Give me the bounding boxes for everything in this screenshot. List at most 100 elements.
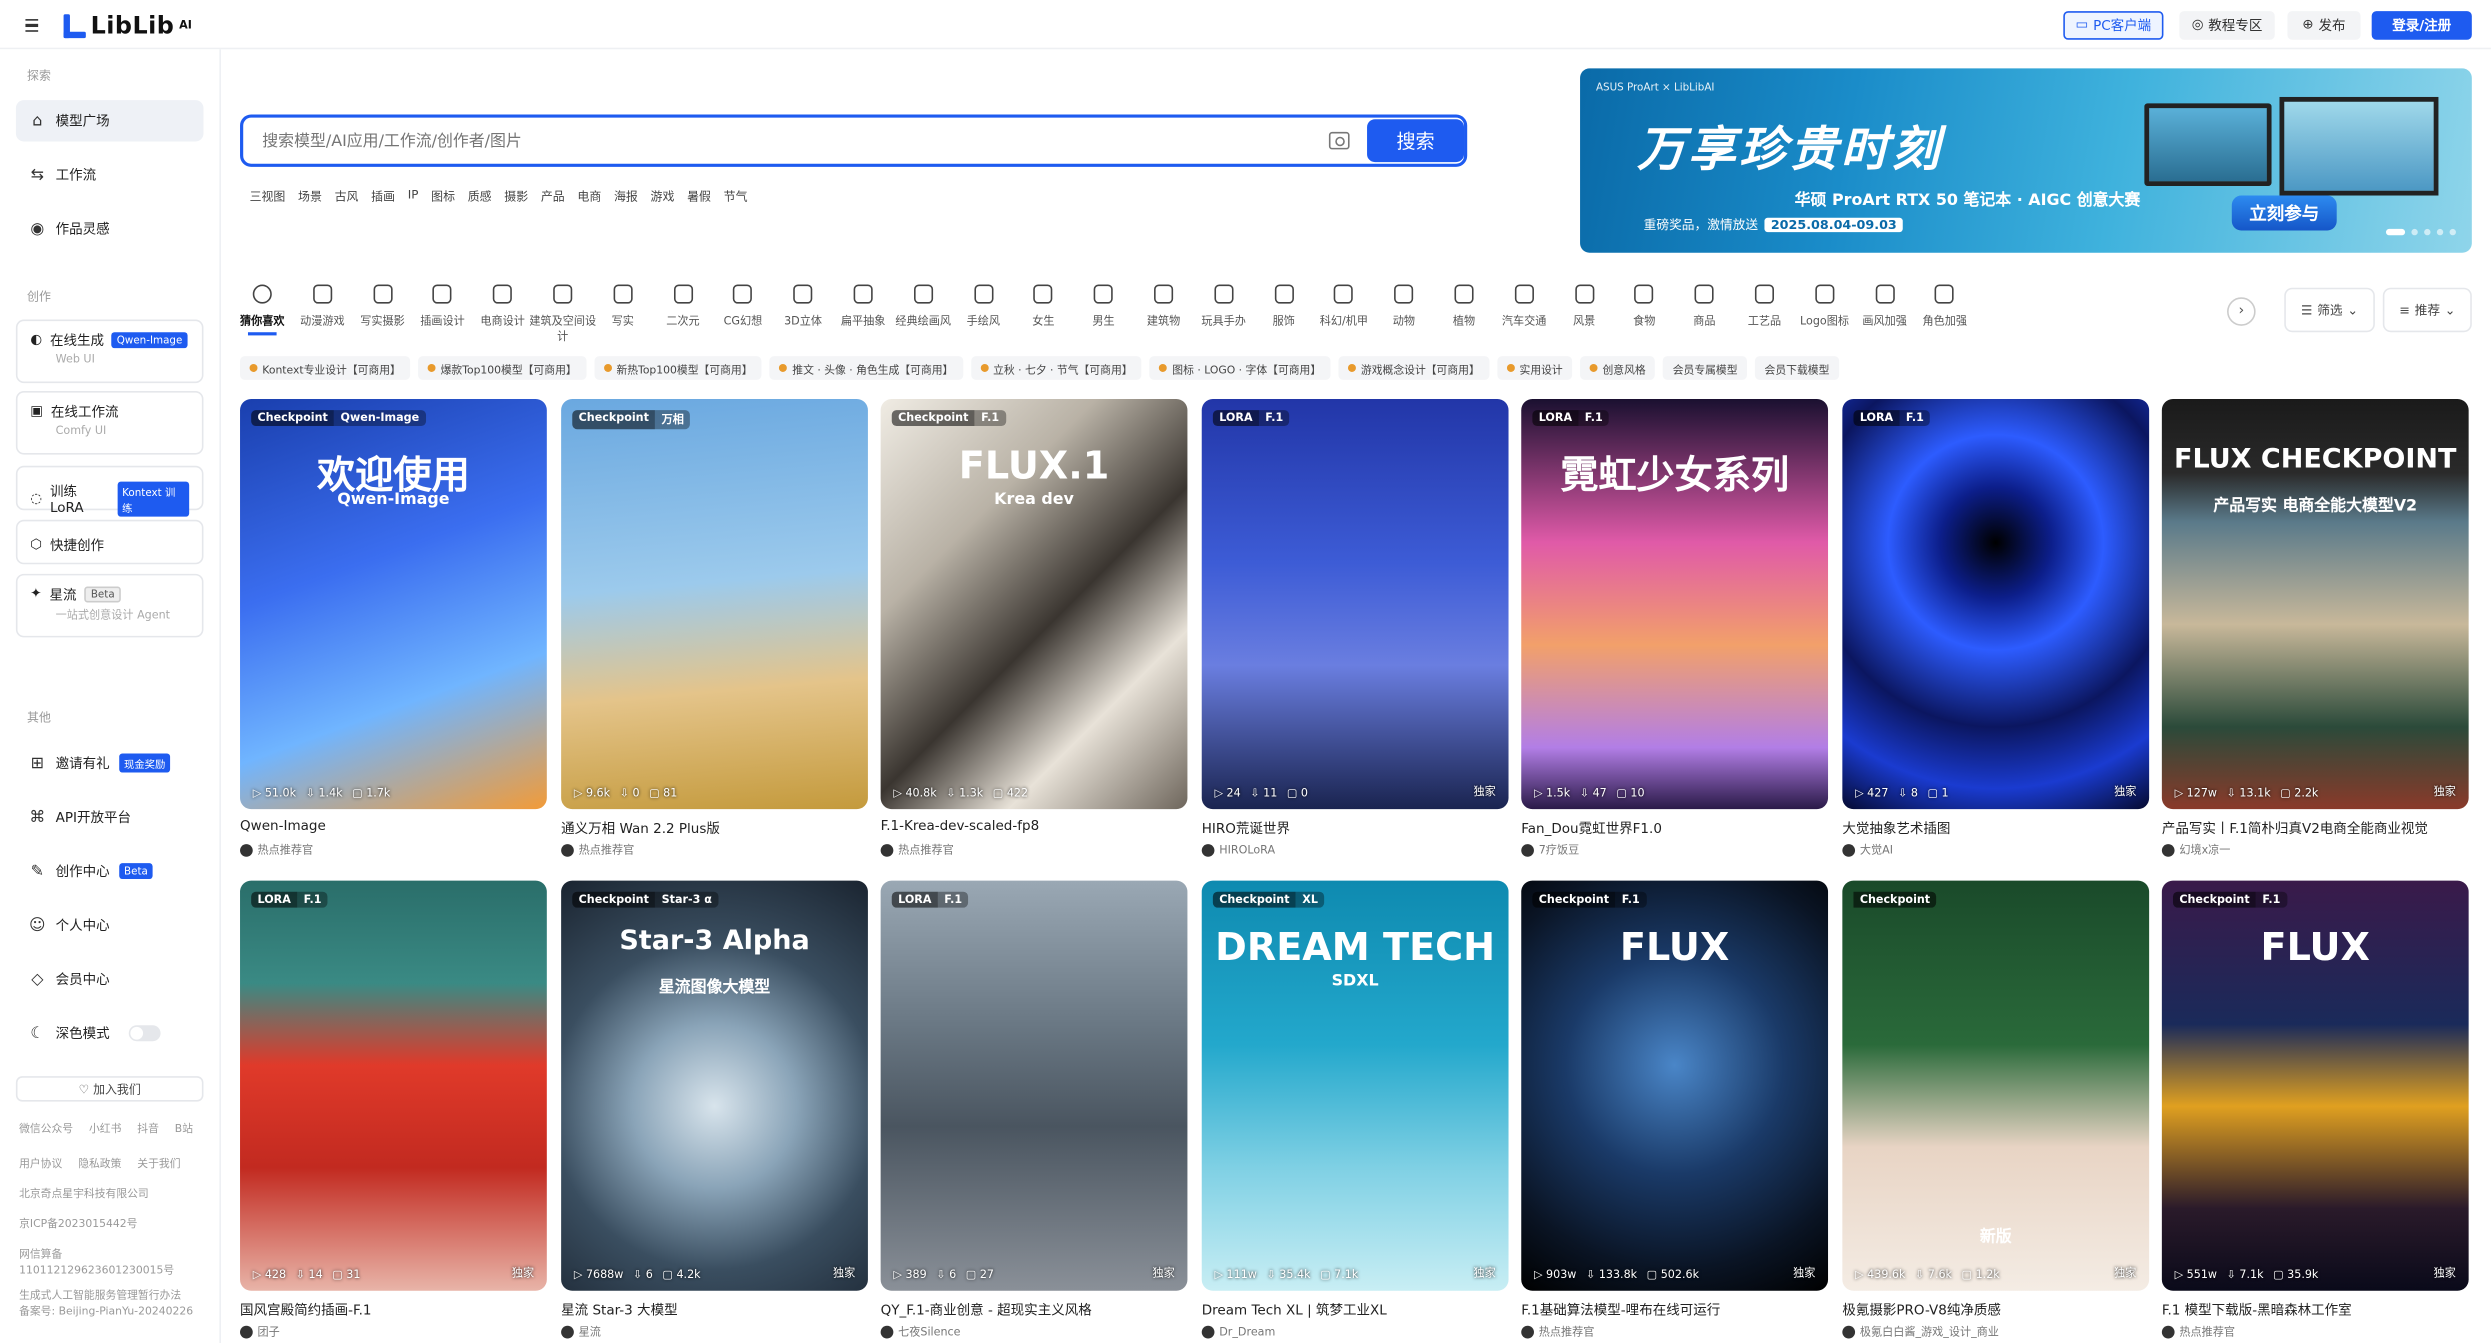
model-author[interactable]: HIROLoRA: [1201, 842, 1509, 858]
pc-client-button[interactable]: ▭ PC客户端: [2063, 11, 2164, 40]
join-us-button[interactable]: ♡ 加入我们: [15, 1076, 204, 1102]
sidebar-item-creator-center[interactable]: ✎ 创作中心 Beta: [16, 850, 204, 891]
model-author[interactable]: 七夜Silence: [880, 1324, 1188, 1340]
search-input[interactable]: [262, 128, 1280, 155]
footer-link-terms[interactable]: 用户协议: [19, 1157, 62, 1170]
filter-button[interactable]: ☰ 筛选 ⌄: [2284, 287, 2375, 333]
model-title[interactable]: Qwen-Image: [240, 819, 547, 836]
sidebar-item-workflow[interactable]: ⇆ 工作流: [16, 154, 204, 195]
footer-link-privacy[interactable]: 隐私政策: [78, 1157, 121, 1170]
hot-keyword[interactable]: 游戏: [651, 188, 675, 205]
hot-keyword[interactable]: 摄影: [504, 188, 528, 205]
model-title[interactable]: 产品写实丨F.1简朴归真V2电商全能商业视觉: [2162, 819, 2469, 836]
footer-police-no[interactable]: 110112129623601230015号: [19, 1264, 174, 1278]
model-card[interactable]: Checkpoint 万相 ▷ 9.6k ⇩ 0 ▢ 81 通义万相 Wan 2.2 Pl…: [561, 398, 868, 858]
model-thumbnail[interactable]: Checkpoint XL DREAM TECH SDXL ▷ 111w ⇩ 35.4k ▢…: [1201, 880, 1509, 1291]
model-author[interactable]: 热点推荐官: [2161, 1324, 2469, 1340]
model-title[interactable]: 国风宫殿简约插画-F.1: [240, 1300, 547, 1317]
sidebar-item-invite[interactable]: ⊞ 邀请有礼 现金奖励: [16, 742, 204, 783]
model-thumbnail[interactable]: Checkpoint F.1 FLUX.1 Krea dev ▷ 40.8k ⇩ 1.3k…: [880, 398, 1188, 810]
sidebar-item-online-workflow[interactable]: ▣ 在线工作流 Comfy UI: [15, 391, 204, 455]
model-thumbnail[interactable]: FLUX CHECKPOINT 产品写实 电商全能大模型V2 ▷ 127w ⇩ 13.…: [2161, 398, 2469, 810]
model-thumbnail[interactable]: Checkpoint 新版 ▷ 439.6k ⇩ 7.6k ▢ 1.2k 独家: [1842, 880, 2150, 1291]
model-title[interactable]: F.1 模型下载版-黑暗森林工作室: [2162, 1300, 2469, 1317]
chip[interactable]: 推文 · 头像 · 角色生成【可商用】: [770, 356, 963, 380]
carousel-dots[interactable]: [2385, 228, 2456, 236]
model-card[interactable]: LORA F.1 霓虹少女系列 ▷ 1.5k ⇩ 47 ▢ 10 Fan_Dou霓虹世界F1…: [1521, 398, 1829, 858]
model-card[interactable]: Checkpoint Qwen-Image 欢迎使用 Qwen-Image ▷ 51.0…: [240, 398, 547, 858]
camera-icon[interactable]: [1328, 131, 1350, 150]
footer-link-xhs[interactable]: 小红书: [89, 1122, 121, 1135]
logo[interactable]: LibLib AI: [62, 10, 192, 42]
hot-keyword[interactable]: 场景: [298, 188, 322, 205]
model-title[interactable]: 大觉抽象艺术插图: [1842, 819, 2149, 836]
model-author[interactable]: 7疗饭豆: [1521, 842, 1828, 858]
sidebar-item-personal[interactable]: ☺ 个人中心: [16, 904, 204, 945]
sidebar-item-quick-create[interactable]: ⬡ 快捷创作: [15, 519, 204, 565]
footer-ai-service[interactable]: 生成式人工智能服务管理暂行办法: [19, 1289, 181, 1303]
model-card[interactable]: Checkpoint 新版 ▷ 439.6k ⇩ 7.6k ▢ 1.2k 独家 极氪摄影PR…: [1842, 880, 2150, 1340]
model-thumbnail[interactable]: Checkpoint Qwen-Image 欢迎使用 Qwen-Image ▷ 51.0…: [240, 398, 547, 810]
sidebar-item-member[interactable]: ◇ 会员中心: [16, 959, 204, 1000]
model-card[interactable]: LORA F.1 ▷ 24 ⇩ 11 ▢ 0 独家 HIRO荒诞世界 HIROLoRA: [1201, 398, 1509, 858]
model-card[interactable]: LORA F.1 ▷ 389 ⇩ 6 ▢ 27 独家 QY_F.1-商业创意 - 超现实主义…: [880, 880, 1188, 1340]
hot-keyword[interactable]: 产品: [541, 188, 565, 205]
sidebar-item-dark-mode[interactable]: ☾ 深色模式: [16, 1013, 204, 1054]
sidebar-item-online-gen[interactable]: ◐ 在线生成 Qwen-Image Web UI: [15, 319, 204, 384]
model-thumbnail[interactable]: LORA F.1 ▷ 428 ⇩ 14 ▢ 31 独家: [240, 880, 547, 1291]
model-card[interactable]: Checkpoint F.1 FLUX.1 Krea dev ▷ 40.8k ⇩ 1.3k…: [880, 398, 1188, 858]
model-thumbnail[interactable]: LORA F.1 ▷ 427 ⇩ 8 ▢ 1 独家: [1842, 398, 2150, 810]
chip[interactable]: 会员专属模型: [1663, 356, 1748, 380]
model-thumbnail[interactable]: Checkpoint F.1 FLUX ▷ 903w ⇩ 133.8k ▢ 502.6k 独…: [1521, 880, 1829, 1291]
hot-keyword[interactable]: 三视图: [250, 188, 286, 205]
chip[interactable]: 创意风格: [1580, 356, 1656, 380]
sidebar-item-xingliu[interactable]: ✦ 星流 Beta 一站式创意设计 Agent: [15, 573, 204, 638]
hot-keyword[interactable]: 暑假: [687, 188, 711, 205]
sidebar-item-model-square[interactable]: ⌂ 模型广场: [15, 100, 204, 142]
model-card[interactable]: LORA F.1 ▷ 427 ⇩ 8 ▢ 1 独家大觉抽象艺术插图 大觉AI: [1842, 398, 2150, 858]
tutorials-button[interactable]: ◎ 教程专区: [2179, 11, 2275, 40]
hot-keyword[interactable]: 节气: [724, 188, 748, 205]
model-author[interactable]: 热点推荐官: [561, 842, 868, 858]
menu-icon[interactable]: [21, 14, 43, 36]
search-button[interactable]: 搜索: [1367, 119, 1465, 163]
model-title[interactable]: Fan_Dou霓虹世界F1.0: [1521, 819, 1828, 836]
model-card[interactable]: Checkpoint F.1 FLUX ▷ 903w ⇩ 133.8k ▢ 502.6k 独…: [1521, 880, 1829, 1340]
chip[interactable]: 爆款Top100模型【可商用】: [418, 356, 587, 380]
model-title[interactable]: 星流 Star-3 大模型: [561, 1300, 868, 1317]
chevron-right-icon[interactable]: ›: [2227, 297, 2256, 326]
sidebar-item-train-lora[interactable]: ◌ 训练LoRA Kontext 训练: [15, 465, 204, 517]
model-thumbnail[interactable]: Checkpoint Star-3 α Star-3 Alpha 星流图像大模型 ▷ 7…: [561, 880, 868, 1291]
model-title[interactable]: F.1-Krea-dev-scaled-fp8: [881, 819, 1188, 836]
chip[interactable]: 会员下载模型: [1755, 356, 1839, 380]
footer-link-wechat[interactable]: 微信公众号: [19, 1122, 73, 1135]
sidebar-item-inspiration[interactable]: ◉ 作品灵感: [16, 208, 204, 249]
model-card[interactable]: Checkpoint XL DREAM TECH SDXL ▷ 111w ⇩ 35.4k ▢…: [1201, 880, 1509, 1340]
model-author[interactable]: 极氪白白酱_游戏_设计_商业: [1842, 1324, 2149, 1340]
model-title[interactable]: 通义万相 Wan 2.2 Plus版: [561, 819, 868, 836]
model-author[interactable]: 热点推荐官: [1521, 1324, 1828, 1340]
model-author[interactable]: Dr_Dream: [1201, 1324, 1509, 1340]
publish-button[interactable]: ⊕ 发布: [2287, 11, 2361, 40]
model-author[interactable]: 大觉AI: [1842, 842, 2149, 858]
footer-icp[interactable]: 京ICP备2023015442号: [19, 1218, 137, 1232]
model-card[interactable]: Checkpoint Star-3 α Star-3 Alpha 星流图像大模型 ▷ 7…: [561, 880, 868, 1340]
hot-keyword[interactable]: IP: [408, 188, 419, 205]
chip[interactable]: 游戏概念设计【可商用】: [1338, 356, 1490, 380]
model-thumbnail[interactable]: Checkpoint 万相 ▷ 9.6k ⇩ 0 ▢ 81: [561, 398, 868, 810]
hot-keyword[interactable]: 质感: [468, 188, 492, 205]
hot-keyword[interactable]: 图标: [431, 188, 455, 205]
hot-keyword[interactable]: 插画: [371, 188, 395, 205]
footer-link-about[interactable]: 关于我们: [137, 1157, 180, 1170]
dark-mode-toggle[interactable]: [128, 1025, 161, 1042]
promo-banner[interactable]: ASUS ProArt × LibLibAI 万享珍贵时刻 华硕 ProArt …: [1580, 68, 2472, 253]
model-thumbnail[interactable]: LORA F.1 ▷ 389 ⇩ 6 ▢ 27 独家: [880, 880, 1188, 1291]
model-thumbnail[interactable]: Checkpoint F.1 FLUX ▷ 551w ⇩ 7.1k ▢ 35.9k 独家: [2161, 880, 2469, 1291]
sort-button[interactable]: ≡ 推荐 ⌄: [2382, 287, 2472, 333]
banner-cta-button[interactable]: 立刻参与: [2231, 195, 2337, 231]
model-author[interactable]: 热点推荐官: [880, 842, 1188, 858]
sidebar-item-api[interactable]: ⌘ API开放平台: [16, 796, 204, 837]
chip[interactable]: 图标 · LOGO · 字体【可商用】: [1150, 356, 1331, 380]
model-card[interactable]: FLUX CHECKPOINT 产品写实 电商全能大模型V2 ▷ 127w ⇩ 13.…: [2161, 398, 2469, 858]
model-author[interactable]: 幻境x凉一: [2161, 842, 2469, 858]
